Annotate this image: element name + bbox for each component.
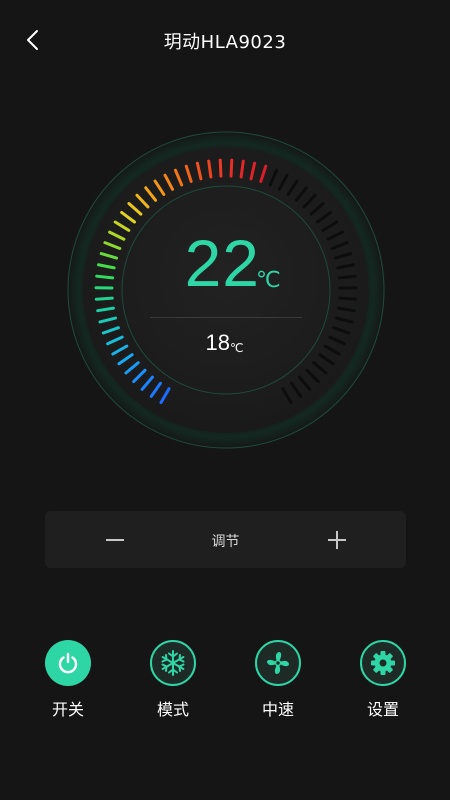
dial-tick xyxy=(326,230,344,241)
dial-tick xyxy=(259,164,268,183)
dial-tick xyxy=(95,274,115,280)
dial-tick xyxy=(195,161,203,181)
dial-tick xyxy=(96,263,116,270)
increase-button[interactable] xyxy=(320,523,354,557)
dial-tick xyxy=(239,159,245,179)
dial-tick xyxy=(312,361,328,375)
dial-tick xyxy=(277,173,289,191)
dial-tick xyxy=(108,230,126,241)
dial-tick xyxy=(120,210,136,224)
dial-tick xyxy=(132,368,147,384)
settings-label: 设置 xyxy=(366,700,399,719)
dial-tick xyxy=(330,241,349,250)
dial-tick xyxy=(281,387,293,405)
dial-tick xyxy=(318,353,335,366)
dial-tick xyxy=(309,202,325,216)
dial-tick xyxy=(135,193,150,209)
dial-tick xyxy=(159,387,171,405)
dial-tick xyxy=(332,326,351,335)
dial-tick xyxy=(207,159,213,179)
mode-button[interactable]: 模式 xyxy=(143,640,203,720)
dial-tick xyxy=(117,353,134,366)
dial-tick xyxy=(184,164,193,183)
dial-tick xyxy=(218,158,223,178)
dial-divider xyxy=(150,317,302,318)
dial-tick xyxy=(328,335,346,346)
dial-tick xyxy=(101,326,120,335)
dial-tick xyxy=(333,252,353,260)
dial-tick xyxy=(149,381,162,398)
dial-tick xyxy=(96,306,115,313)
dial-tick xyxy=(334,316,354,324)
dial-tick xyxy=(290,381,303,398)
dial-tick xyxy=(305,368,320,384)
dial-tick xyxy=(127,202,143,216)
adjust-bar: 调节 xyxy=(45,511,406,568)
dial-tick xyxy=(163,173,175,191)
dial-tick xyxy=(124,361,140,375)
dial-tick xyxy=(316,210,332,224)
dial-tick xyxy=(229,158,234,178)
dial-tick xyxy=(338,296,358,301)
power-label: 开关 xyxy=(51,700,84,719)
dial-tick xyxy=(294,186,308,202)
dial-tick xyxy=(249,161,257,181)
plus-icon xyxy=(328,531,346,549)
dial-tick xyxy=(337,274,357,280)
current-temperature-unit: ℃ xyxy=(230,341,244,355)
settings-circle xyxy=(360,640,406,686)
power-circle xyxy=(45,640,91,686)
dial-tick xyxy=(268,168,279,187)
dial-tick xyxy=(321,220,339,232)
dial-tick xyxy=(337,306,356,313)
fan-circle xyxy=(255,640,301,686)
dial-tick xyxy=(323,344,341,356)
header: 玥动HLA9023 xyxy=(0,0,450,80)
power-icon xyxy=(58,652,78,674)
dial-tick xyxy=(94,296,114,301)
set-temperature: 22 xyxy=(184,226,260,300)
mode-circle xyxy=(150,640,196,686)
mode-label: 模式 xyxy=(156,700,189,719)
dial-tick xyxy=(302,193,317,209)
fan-icon xyxy=(267,652,289,674)
set-temperature-unit: ℃ xyxy=(256,268,281,293)
dial-tick xyxy=(113,220,131,232)
dial-tick xyxy=(298,375,312,391)
fan-speed-label: 中速 xyxy=(261,700,294,719)
dial-tick xyxy=(153,179,166,196)
snowflake-icon xyxy=(161,650,185,676)
dial-tick xyxy=(99,252,119,260)
thermostat-screen: 玥动HLA9023 22 ℃ 18 ℃ 调节 开关 模式 中速 设置 xyxy=(0,0,450,800)
dial-tick xyxy=(106,335,124,346)
current-temperature: 18 xyxy=(205,330,230,355)
fan-speed-button[interactable]: 中速 xyxy=(248,640,308,720)
dial-tick xyxy=(173,168,184,187)
dial-tick xyxy=(286,179,299,196)
power-button[interactable]: 开关 xyxy=(38,640,98,720)
gear-icon xyxy=(371,651,395,675)
dial-tick xyxy=(111,344,129,356)
settings-button[interactable]: 设置 xyxy=(353,640,413,720)
dial-tick xyxy=(144,186,158,202)
dial-tick xyxy=(98,316,118,324)
dial-tick xyxy=(140,375,154,391)
dial-tick xyxy=(103,241,122,250)
dial-tick xyxy=(336,263,356,270)
page-title: 玥动HLA9023 xyxy=(163,32,287,53)
